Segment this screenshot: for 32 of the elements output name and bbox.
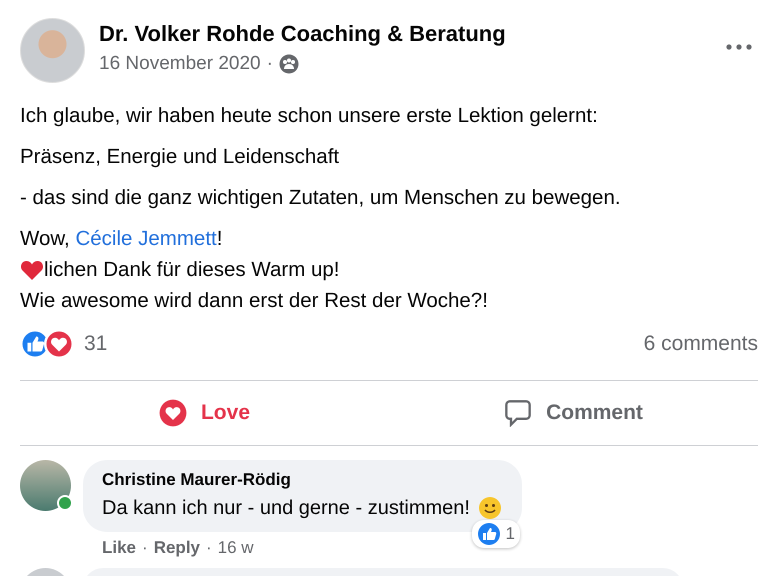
page-name[interactable]: Dr. Volker Rohde Coaching & Beratung (99, 21, 712, 47)
comment-count[interactable]: 6 comments (644, 332, 758, 356)
post-text: Wow, (20, 226, 71, 252)
avatar-photo[interactable] (20, 460, 71, 511)
separator-dot: · (266, 53, 273, 75)
speech-bubble-icon (504, 399, 532, 427)
post-text: lichen Dank für dieses Warm up! (44, 257, 340, 283)
friends-audience-icon[interactable] (278, 54, 299, 74)
separator-dot: · (206, 538, 212, 558)
post-date[interactable]: 16 November 2020 (99, 53, 261, 75)
heart-emoji-icon (20, 258, 44, 280)
separator-dot: · (142, 538, 148, 558)
more-options-icon[interactable] (726, 44, 752, 50)
post-text: Wie awesome wird dann erst der Rest der Woche?! (20, 288, 489, 314)
action-button[interactable]: Love (20, 381, 389, 445)
mention-link[interactable]: Cécile Jemmett (75, 223, 217, 254)
comment-action-link[interactable]: Reply (154, 538, 200, 558)
commenter-name[interactable]: Christine Maurer-Rödig (102, 470, 502, 490)
post-text: Präsenz, Energie und Leidenschaft (20, 144, 340, 170)
smiley-emoji-icon (478, 496, 502, 520)
comment-action-link[interactable]: Like (102, 538, 136, 558)
post-text: ! (216, 226, 222, 252)
love-reaction-icon[interactable] (44, 329, 74, 359)
like-reaction-icon (477, 522, 502, 546)
post-text: Ich glaube, wir haben heute schon unsere erste Lektion gelernt: (20, 103, 599, 129)
comment-time[interactable]: 16 w (218, 538, 254, 558)
post-text: - das sind die ganz wichtigen Zutaten, um Menschen zu bewegen. (20, 185, 622, 211)
love-icon (158, 399, 187, 427)
reaction-count[interactable]: 31 (84, 332, 108, 356)
comment-like-badge[interactable]: 1 (472, 520, 520, 548)
action-button[interactable]: Comment (389, 381, 758, 445)
comment-text: Da kann ich nur - und gerne - zustimmen! (102, 496, 470, 520)
